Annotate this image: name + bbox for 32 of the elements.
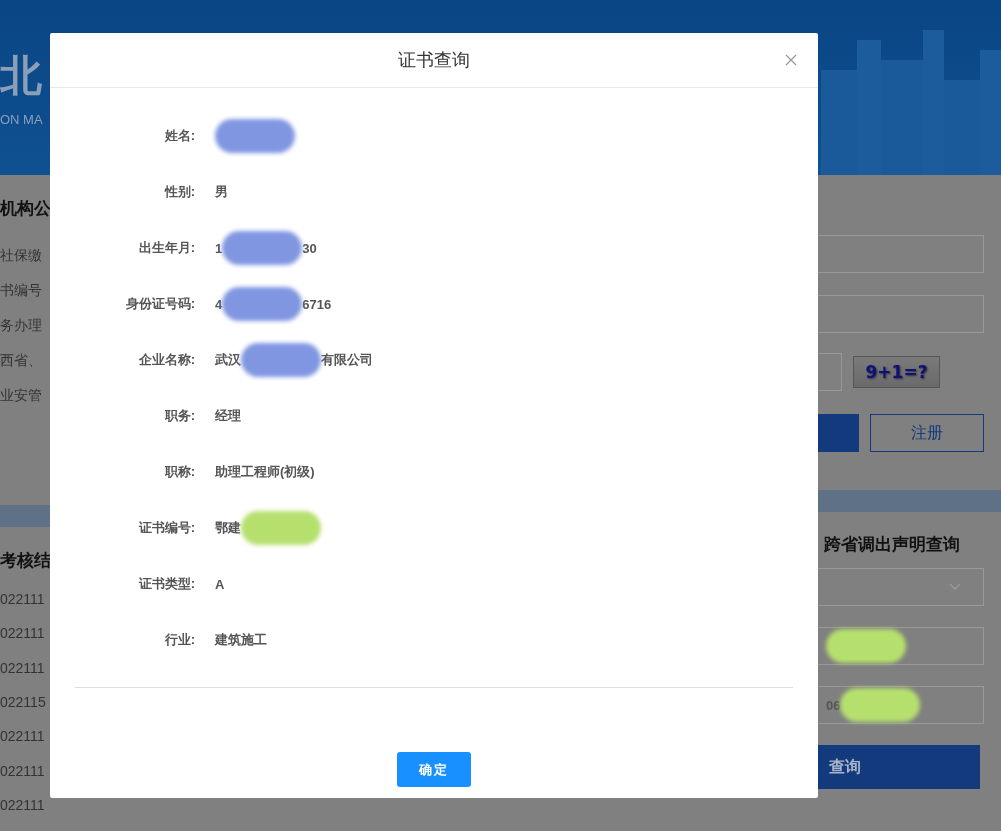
field-value: 6716 [302,296,332,312]
field-value: 助理工程师(初级) [215,463,315,481]
field-label: 性别: [163,183,195,201]
ok-button[interactable]: 确定 [397,752,471,787]
section-heading: 考核结 [0,550,52,572]
field-value: 武汉 [215,351,241,369]
section-heading: 跨省调出声明查询 [824,534,961,556]
field-label: 出生年月: [137,239,195,257]
field-label: 职务: [163,407,195,425]
field-value: A [215,576,225,592]
field-value: 建筑施工 [215,631,267,649]
field-label: 身份证号码: [124,295,195,313]
field-label: 职称: [163,463,195,481]
captcha-image[interactable]: 9+1=? [853,356,940,388]
field-value: 30 [302,240,317,256]
field-value: 1 [215,240,223,256]
close-icon[interactable] [784,53,798,67]
field-label: 证书类型: [137,575,195,593]
field-label: 行业: [163,631,195,649]
field-value: 有限公司 [321,351,373,369]
field-label: 证书编号: [137,519,195,537]
field-value: 经理 [215,407,241,425]
chevron-down-icon [949,583,961,591]
field-value: 4 [215,296,223,312]
field-value: 男 [215,183,228,201]
dialog-title: 证书查询 [398,49,470,72]
field-label: 姓名: [163,127,195,145]
site-subtitle: ON MA [0,112,43,127]
section-heading: 机构公 [0,198,52,220]
register-button[interactable]: 注册 [870,414,984,452]
field-value: 鄂建 [215,519,241,537]
field-label: 企业名称: [137,351,195,369]
